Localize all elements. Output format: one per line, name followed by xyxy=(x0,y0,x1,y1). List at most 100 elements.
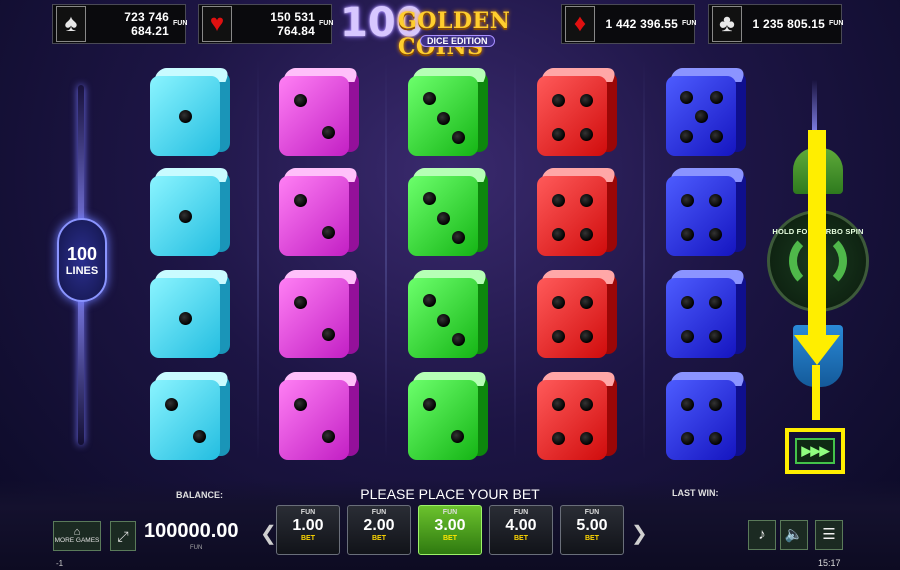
die-pip xyxy=(580,194,593,207)
die-pip xyxy=(580,296,593,309)
die-pip xyxy=(552,194,565,207)
bet-currency: FUN xyxy=(584,509,600,516)
die-pip xyxy=(423,192,436,206)
die-pip xyxy=(452,130,466,144)
highlight-frame: ▶▶▶ xyxy=(785,428,845,474)
die-pip xyxy=(681,296,694,309)
jackpot-spade: ♠ 723 746 684.21 FUN xyxy=(52,4,188,44)
fullscreen-button[interactable]: ⤢ xyxy=(110,521,136,551)
die-pip xyxy=(552,127,565,141)
jackpot-currency: FUN xyxy=(829,20,844,27)
bet-currency: FUN xyxy=(513,509,529,516)
game-logo: 100 GOLDEN COINS DICE EDITION xyxy=(340,0,560,60)
sound-button[interactable]: 🔈 xyxy=(780,520,808,550)
die-pip xyxy=(679,90,693,104)
logo-title: GOLDEN COINS xyxy=(398,8,511,60)
die-pip xyxy=(294,194,307,207)
die-reel4-row2 xyxy=(537,168,618,258)
die-reel5-row2 xyxy=(666,168,747,258)
heart-icon: ♥ xyxy=(202,6,232,42)
clock: 15:17 xyxy=(818,558,841,568)
die-reel1-row2 xyxy=(150,168,231,258)
jackpot-amount: 1 442 396.55 xyxy=(605,17,678,31)
die-pip xyxy=(580,398,593,411)
die-reel3-row4 xyxy=(408,372,489,462)
die-pip xyxy=(552,329,565,343)
die-pip xyxy=(437,313,450,327)
die-pip xyxy=(322,430,335,443)
music-button[interactable]: ♪ xyxy=(748,520,776,550)
jackpot-club: ♣ 1 235 805.15 FUN xyxy=(708,4,844,44)
die-pip xyxy=(452,230,466,244)
die-pip xyxy=(580,431,593,445)
bet-option-1.00[interactable]: FUN 1.00 BET xyxy=(276,505,340,555)
music-icon: ♪ xyxy=(758,526,766,543)
die-pip xyxy=(580,329,593,343)
last-win-label: LAST WIN: xyxy=(672,488,719,498)
bet-option-4.00[interactable]: FUN 4.00 BET xyxy=(489,505,553,555)
bet-option-5.00[interactable]: FUN 5.00 BET xyxy=(560,505,624,555)
bet-option-3.00[interactable]: FUN 3.00 BET xyxy=(418,505,482,555)
die-pip xyxy=(552,296,565,309)
bet-value: 1.00 xyxy=(292,517,324,534)
die-reel1-row1 xyxy=(150,68,231,158)
bet-option-2.00[interactable]: FUN 2.00 BET xyxy=(347,505,411,555)
die-pip xyxy=(681,398,694,411)
turbo-button[interactable]: ▶▶▶ xyxy=(795,438,835,464)
die-pip xyxy=(681,431,694,445)
balance-value: 100000.00 xyxy=(144,520,239,542)
die-reel5-row1 xyxy=(666,68,747,158)
jackpot-amount: 150 531 764.84 xyxy=(270,10,315,38)
die-pip xyxy=(709,296,722,309)
die-reel2-row2 xyxy=(279,168,360,258)
die-reel5-row4 xyxy=(666,372,747,462)
die-reel5-row3 xyxy=(666,270,747,360)
die-pip xyxy=(695,110,708,123)
balance-label: BALANCE: xyxy=(176,490,223,500)
die-pip xyxy=(709,398,722,411)
die-pip xyxy=(580,127,593,141)
die-reel2-row3 xyxy=(279,270,360,360)
die-pip xyxy=(423,92,436,106)
status-left: -1 xyxy=(56,559,64,568)
bet-label: BET xyxy=(514,535,528,542)
jackpot-diamond: ♦ 1 442 396.55 FUN xyxy=(561,4,697,44)
die-pip xyxy=(681,329,694,343)
jackpot-currency: FUN xyxy=(173,20,188,27)
die-pip xyxy=(294,296,307,309)
menu-button[interactable]: ☰ xyxy=(815,520,843,550)
bet-label: BET xyxy=(585,535,599,542)
bet-next-button[interactable]: ❯ xyxy=(631,521,648,546)
lines-number: 100 xyxy=(66,243,98,264)
die-pip xyxy=(294,398,307,411)
die-pip xyxy=(709,431,722,445)
jackpot-heart: ♥ 150 531 764.84 FUN xyxy=(198,4,333,44)
bet-label: BET xyxy=(372,535,386,542)
die-pip xyxy=(423,398,436,411)
die-pip xyxy=(709,194,722,207)
die-pip xyxy=(452,332,466,346)
die-pip xyxy=(193,430,206,443)
die-pip xyxy=(710,90,724,104)
bet-prev-button[interactable]: ❮ xyxy=(260,521,277,546)
die-pip xyxy=(322,328,335,341)
lines-label: LINES xyxy=(65,264,99,277)
balance-currency: FUN xyxy=(190,545,203,551)
die-pip xyxy=(437,111,450,125)
die-pip xyxy=(552,94,565,107)
jackpot-currency: FUN xyxy=(682,20,697,27)
house-icon: ⌂ xyxy=(73,526,81,538)
die-reel4-row1 xyxy=(537,68,618,158)
die-pip xyxy=(322,226,335,239)
die-pip xyxy=(179,110,192,123)
die-reel3-row2 xyxy=(408,168,489,258)
more-games-label: MORE GAMES xyxy=(54,537,100,544)
reel-divider xyxy=(257,60,259,460)
bet-value: 5.00 xyxy=(576,517,608,534)
reel-divider xyxy=(514,60,516,460)
die-pip xyxy=(179,312,192,325)
die-pip xyxy=(294,94,307,107)
die-reel1-row4 xyxy=(150,372,231,462)
more-games-button[interactable]: ⌂ MORE GAMES xyxy=(53,521,101,551)
die-pip xyxy=(552,398,565,411)
